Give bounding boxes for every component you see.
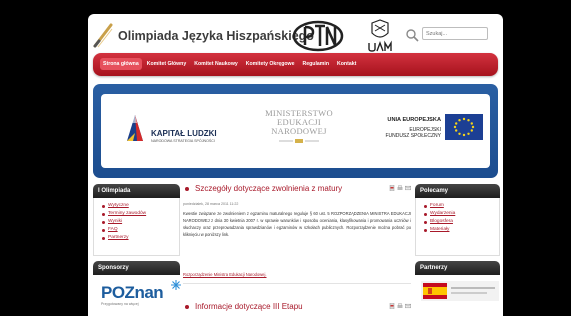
olimpiada-box-title: I Olimpiada (93, 184, 180, 198)
link-forum[interactable]: Forum (424, 202, 496, 210)
article-bullet-icon (185, 187, 189, 191)
poznan-logo-text: POZnan (101, 283, 164, 302)
link-partnerzy[interactable]: Partnerzy (102, 234, 176, 242)
link-materialy[interactable]: Materiały (424, 226, 496, 234)
poznan-star-icon (171, 280, 181, 290)
polecamy-box: Polecamy Forum Wydarzenia Blogosfera Mat… (415, 184, 500, 256)
ministry-line-3: NARODOWEJ (271, 126, 327, 136)
article-1-link[interactable]: Rozporządzenie Ministra Edukacji Narodow… (183, 272, 267, 277)
site-title[interactable]: Olimpiada Języka Hiszpańskiego (118, 29, 314, 43)
search-icon[interactable] (405, 28, 419, 42)
article-1-body: Kwestie związane ze zwolnieniem z egzami… (183, 211, 411, 237)
article-2-tools (389, 303, 411, 309)
ue-title: UNIA EUROPEJSKA (387, 117, 441, 123)
main-navbar: Strona główna Komitet Główny Komitet Nau… (93, 53, 498, 76)
article-2-title[interactable]: Informacje dotyczące III Etapu (195, 302, 303, 311)
pdf-icon[interactable] (389, 185, 395, 191)
eu-flag-icon (445, 114, 483, 140)
partnerzy-box-title: Partnerzy (415, 261, 500, 275)
polecamy-box-body: Forum Wydarzenia Blogosfera Materiały (415, 198, 500, 256)
pencil-logo-icon (93, 23, 113, 48)
polecamy-link-list: Forum Wydarzenia Blogosfera Materiały (424, 202, 496, 234)
sponsors-box: Sponsorzy POZnan Przygotowany na więcej (93, 261, 181, 316)
link-terminy-zawodow[interactable]: Terminy zawodów (102, 210, 176, 218)
kapital-ludzki-title: KAPITAŁ LUDZKI (151, 129, 217, 138)
email-icon[interactable] (405, 303, 411, 309)
nav-item-komitety-okregowe[interactable]: Komitety Okręgowe (243, 58, 298, 70)
article-1-title[interactable]: Szczegóły dotyczące zwolnienia z matury (195, 184, 342, 193)
link-wytyczne[interactable]: Wytyczne (102, 202, 176, 210)
print-icon[interactable] (397, 303, 403, 309)
spain-flag-icon[interactable] (421, 281, 499, 301)
partnerzy-box: Partnerzy (415, 261, 500, 316)
nav-item-strona-glowna[interactable]: Strona główna (100, 58, 142, 70)
olimpiada-link-list: Wytyczne Terminy zawodów Wyniki FAQ Part… (102, 202, 176, 242)
ptn-logo-icon (292, 20, 344, 52)
ministry-logo: MINISTERSTWO EDUKACJI NARODOWEJ (259, 109, 339, 144)
article-1-date: poniedziałek, 28 marca 2011 11:22 (183, 202, 239, 206)
uam-logo-icon (368, 19, 392, 52)
email-icon[interactable] (405, 185, 411, 191)
article-1-tools (389, 185, 411, 191)
pdf-icon[interactable] (389, 303, 395, 309)
banner-inner: KAPITAŁ LUDZKI NARODOWA STRATEGIA SPÓJNO… (101, 94, 490, 168)
link-faq[interactable]: FAQ (102, 226, 176, 234)
eu-funding-banner: KAPITAŁ LUDZKI NARODOWA STRATEGIA SPÓJNO… (93, 84, 498, 178)
olimpiada-box: I Olimpiada Wytyczne Terminy zawodów Wyn… (93, 184, 180, 256)
browser-page: Olimpiada Języka Hiszpańskiego Strona gł… (88, 14, 503, 316)
article-bullet-icon (185, 305, 189, 309)
link-wydarzenia[interactable]: Wydarzenia (424, 210, 496, 218)
nav-item-kontakt[interactable]: Kontakt (334, 58, 359, 70)
nav-item-komitet-glowny[interactable]: Komitet Główny (144, 58, 189, 70)
sponsors-box-title: Sponsorzy (93, 261, 180, 275)
ue-subtitle: EUROPEJSKI FUNDUSZ SPOŁECZNY (359, 127, 441, 139)
ue-subtitle-line-2: FUNDUSZ SPOŁECZNY (385, 133, 441, 139)
link-blogosfera[interactable]: Blogosfera (424, 218, 496, 226)
nav-item-komitet-naukowy[interactable]: Komitet Naukowy (191, 58, 241, 70)
polecamy-box-title: Polecamy (415, 184, 500, 198)
kapital-ludzki-logo-icon (127, 115, 143, 141)
olimpiada-box-body: Wytyczne Terminy zawodów Wyniki FAQ Part… (93, 198, 180, 256)
poznan-logo[interactable]: POZnan Przygotowany na więcej (101, 280, 181, 306)
search-input[interactable] (422, 27, 488, 40)
link-wyniki[interactable]: Wyniki (102, 218, 176, 226)
ministry-emblem-icon (279, 139, 319, 143)
print-icon[interactable] (397, 185, 403, 191)
nav-item-regulamin[interactable]: Regulamin (299, 58, 332, 70)
kapital-ludzki-subtitle: NARODOWA STRATEGIA SPÓJNOŚCI (151, 139, 215, 143)
article-divider (183, 283, 411, 284)
